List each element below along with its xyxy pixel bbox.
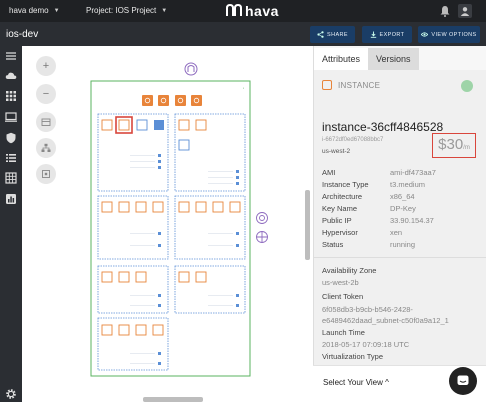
attr-key: Key Name xyxy=(322,204,358,213)
view-options-label: VIEW OPTIONS xyxy=(431,31,477,38)
hierarchy-icon xyxy=(41,143,51,152)
zoom-in-button[interactable]: + xyxy=(36,56,56,76)
database-icon xyxy=(154,120,164,130)
cost-badge: $30/m xyxy=(432,133,476,158)
top-service-icons xyxy=(142,95,202,106)
attr-key: Instance Type xyxy=(322,180,369,189)
attr-key: Status xyxy=(322,240,344,249)
frame-icon xyxy=(42,170,50,178)
environment-title: ios-dev xyxy=(6,28,39,40)
attr-value: t3.medium xyxy=(390,180,426,189)
select-view-button[interactable]: Select Your View ^ xyxy=(323,378,389,387)
section-value: us-west-2b xyxy=(322,278,359,287)
instance-name: instance-36cff4846528 xyxy=(322,120,444,134)
section-label: Virtualization Type xyxy=(322,352,384,361)
attr-key: Public IP xyxy=(322,216,352,225)
chat-icon xyxy=(457,375,469,385)
attr-key: Architecture xyxy=(322,192,363,201)
tab-versions[interactable]: Versions xyxy=(368,48,419,70)
infrastructure-diagram: ▪ xyxy=(90,62,268,377)
eye-icon xyxy=(421,32,429,37)
vertical-scrollbar[interactable] xyxy=(305,190,310,260)
chat-launcher-button[interactable] xyxy=(449,367,477,395)
attr-key: Hypervisor xyxy=(322,228,358,237)
volume-icon xyxy=(178,139,190,151)
tab-attributes[interactable]: Attributes xyxy=(314,48,369,70)
project-selector[interactable]: Project: IOS Project ▼ xyxy=(86,6,167,15)
chevron-down-icon: ▼ xyxy=(53,7,60,14)
selected-instance-icon xyxy=(118,119,130,131)
attr-value: xen xyxy=(390,228,403,237)
section-divider xyxy=(314,257,486,258)
section-label: Client Token xyxy=(322,292,364,301)
download-icon xyxy=(370,31,376,38)
export-label: EXPORT xyxy=(379,31,405,38)
top-navigation-bar: hava demo ▼ Project: IOS Project ▼ hava xyxy=(0,0,486,22)
workspace-label: hava demo xyxy=(9,6,49,15)
nat-gateway-icon xyxy=(256,212,268,243)
attr-value: running xyxy=(390,240,416,249)
box-icon xyxy=(41,118,51,126)
attr-value: ami-df473aa7 xyxy=(390,168,436,177)
section-label: Availability Zone xyxy=(322,266,377,275)
section-value: 6f058db3-b9cb-b546-2428-e6489462daad_sub… xyxy=(322,305,449,325)
horizontal-scrollbar[interactable] xyxy=(143,397,203,402)
organize-button[interactable] xyxy=(36,138,56,158)
instance-icon xyxy=(322,80,332,90)
fit-view-button[interactable] xyxy=(36,164,56,184)
table-icon[interactable] xyxy=(5,172,17,184)
cost-unit: /m xyxy=(463,145,470,151)
hava-logo[interactable]: hava xyxy=(226,3,279,19)
shield-icon[interactable] xyxy=(5,132,17,144)
zoom-out-button[interactable]: − xyxy=(36,84,56,104)
internet-gateway-icon xyxy=(184,62,198,76)
hava-logo-icon xyxy=(226,4,242,16)
user-avatar[interactable] xyxy=(458,4,472,18)
export-button[interactable]: EXPORT xyxy=(362,26,412,43)
hamburger-icon[interactable] xyxy=(5,50,17,62)
attributes-panel: Attributes Versions INSTANCE instance-36… xyxy=(313,46,486,402)
cost-value: $30 xyxy=(438,136,464,153)
settings-icon[interactable] xyxy=(5,388,17,400)
instance-region: us-west-2 xyxy=(322,148,351,155)
section-label: Launch Time xyxy=(322,328,365,337)
layers-button[interactable] xyxy=(36,112,56,132)
chevron-down-icon: ▼ xyxy=(161,7,168,14)
share-button[interactable]: SHARE xyxy=(310,26,355,43)
instance-id: i-6672df0ed67088bbc7 xyxy=(322,137,384,143)
brand-name: hava xyxy=(245,3,279,19)
cloud-icon[interactable] xyxy=(5,70,17,82)
left-sidebar xyxy=(0,46,22,402)
bar-chart-icon[interactable] xyxy=(5,193,17,205)
resource-type: INSTANCE xyxy=(338,80,381,90)
panel-body: INSTANCE instance-36cff4846528 i-6672df0… xyxy=(314,70,486,402)
monitor-icon[interactable] xyxy=(5,111,17,123)
list-icon[interactable] xyxy=(5,152,17,164)
environment-bar: ios-dev SHARE EXPORT VIEW OPTIONS xyxy=(0,22,486,46)
view-options-button[interactable]: VIEW OPTIONS xyxy=(418,26,480,43)
diagram-canvas[interactable]: ▪ xyxy=(22,46,312,402)
user-icon xyxy=(460,7,470,16)
attr-key: AMI xyxy=(322,168,336,177)
bell-icon[interactable] xyxy=(439,5,451,17)
section-value: 2018-05-17 07:09:18 UTC xyxy=(322,340,410,349)
grid-icon[interactable] xyxy=(5,90,17,102)
share-icon xyxy=(317,31,324,38)
status-indicator xyxy=(461,80,473,92)
attr-value: 33.90.154.37 xyxy=(390,216,434,225)
workspace-selector[interactable]: hava demo ▼ xyxy=(9,6,60,15)
attr-value: DP-Key xyxy=(390,204,416,213)
share-label: SHARE xyxy=(327,31,348,38)
attr-value: x86_64 xyxy=(390,192,415,201)
project-label: Project: IOS Project xyxy=(86,6,157,15)
panel-tabs: Attributes Versions xyxy=(314,48,419,70)
vpc-caption: ▪ xyxy=(243,86,244,90)
